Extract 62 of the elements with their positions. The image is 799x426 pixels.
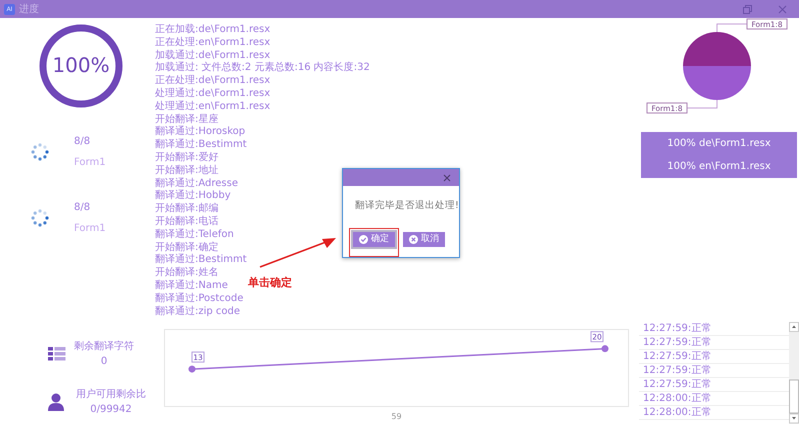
- user-icon: [48, 393, 64, 411]
- log-line: 翻译通过:Hobby: [155, 190, 231, 202]
- progress-percent: 100%: [51, 52, 111, 78]
- log-line: 正在加载:de\Form1.resx: [155, 24, 270, 36]
- log-line: 翻译通过:Bestimmt: [155, 139, 247, 152]
- log-line: 开始翻译:爱好: [155, 152, 218, 164]
- window-title: 进度: [19, 2, 39, 16]
- cross-icon: [409, 235, 418, 244]
- log-line: 开始翻译:确定: [155, 242, 218, 254]
- log-line: 翻译通过:Horoskop: [155, 126, 246, 138]
- log-line: 开始翻译:地址: [155, 164, 218, 178]
- log-line: 翻译通过:Bestimmt: [155, 254, 247, 266]
- leader-line: [686, 100, 718, 108]
- data-point: [602, 345, 608, 352]
- log-line: 翻译通过:Postcode: [155, 292, 244, 306]
- log-line: 翻译通过:Name: [155, 280, 228, 292]
- check-icon: [359, 235, 368, 244]
- task-name: Form1: [74, 156, 106, 170]
- stat-value: 0/99942: [89, 403, 133, 417]
- stat-value: 0: [100, 355, 108, 369]
- close-icon[interactable]: [443, 174, 451, 182]
- log-line: 正在处理:en\Form1.resx: [155, 36, 270, 50]
- stat-label: 用户可用剩余比: [76, 388, 146, 402]
- restore-icon[interactable]: [743, 4, 752, 14]
- task-count: 8/8: [74, 135, 92, 149]
- dialog-message: 翻译完毕是否退出处理!: [354, 199, 459, 213]
- log-line: 开始翻译:姓名: [155, 267, 218, 280]
- x-axis-label: 59: [391, 411, 402, 423]
- file-progress-text: 100% de\Form1.resx: [666, 137, 772, 151]
- log-line: 加载通过: 文件总数:2 元素总数:16 内容长度:32: [155, 62, 370, 74]
- stat-label: 剩余翻译字符: [74, 340, 134, 354]
- log-line: 正在处理:de\Form1.resx: [155, 75, 270, 88]
- log-line: 处理通过:de\Form1.resx: [155, 88, 270, 100]
- status-log-entry: 12:27:59:正常: [639, 336, 789, 350]
- status-log-entry: 12:27:59:正常: [639, 350, 789, 364]
- log-line: 翻译通过:Telefon: [155, 228, 234, 242]
- log-line: 开始翻译:邮编: [155, 203, 218, 216]
- ok-button[interactable]: 确定: [353, 232, 395, 248]
- spinner-icon: [30, 142, 50, 162]
- log-line: 翻译通过:Adresse: [155, 178, 238, 190]
- log-line: 开始翻译:星座: [155, 114, 218, 126]
- file-progress-text: 100% en\Form1.resx: [666, 160, 772, 174]
- list-icon: [48, 347, 66, 361]
- leader-line: [716, 24, 748, 32]
- task-count: 8/8: [74, 201, 92, 215]
- scrollbar[interactable]: [789, 322, 799, 424]
- task-name: Form1: [74, 222, 106, 236]
- spinner-icon: [30, 208, 50, 228]
- status-log-entry: 12:27:59:正常: [639, 378, 789, 392]
- status-log-entry: 12:28:00:正常: [639, 392, 789, 406]
- close-icon[interactable]: [778, 4, 787, 14]
- log-line: 加载通过:de\Form1.resx: [155, 50, 270, 62]
- log-line: 开始翻译:电话: [155, 216, 218, 228]
- status-log-entry: 12:27:59:正常: [639, 364, 789, 378]
- data-point: [188, 366, 196, 373]
- highlight-frame: [349, 228, 399, 257]
- status-log-entry: 12:28:00:正常: [639, 406, 789, 420]
- log-line: 处理通过:en\Form1.resx: [155, 100, 270, 114]
- cancel-button[interactable]: 取消: [403, 232, 445, 248]
- status-log-entry: 12:27:59:正常: [639, 322, 789, 336]
- annotation-text: 单击确定: [248, 275, 292, 291]
- log-line: 翻译通过:zip code: [155, 306, 240, 318]
